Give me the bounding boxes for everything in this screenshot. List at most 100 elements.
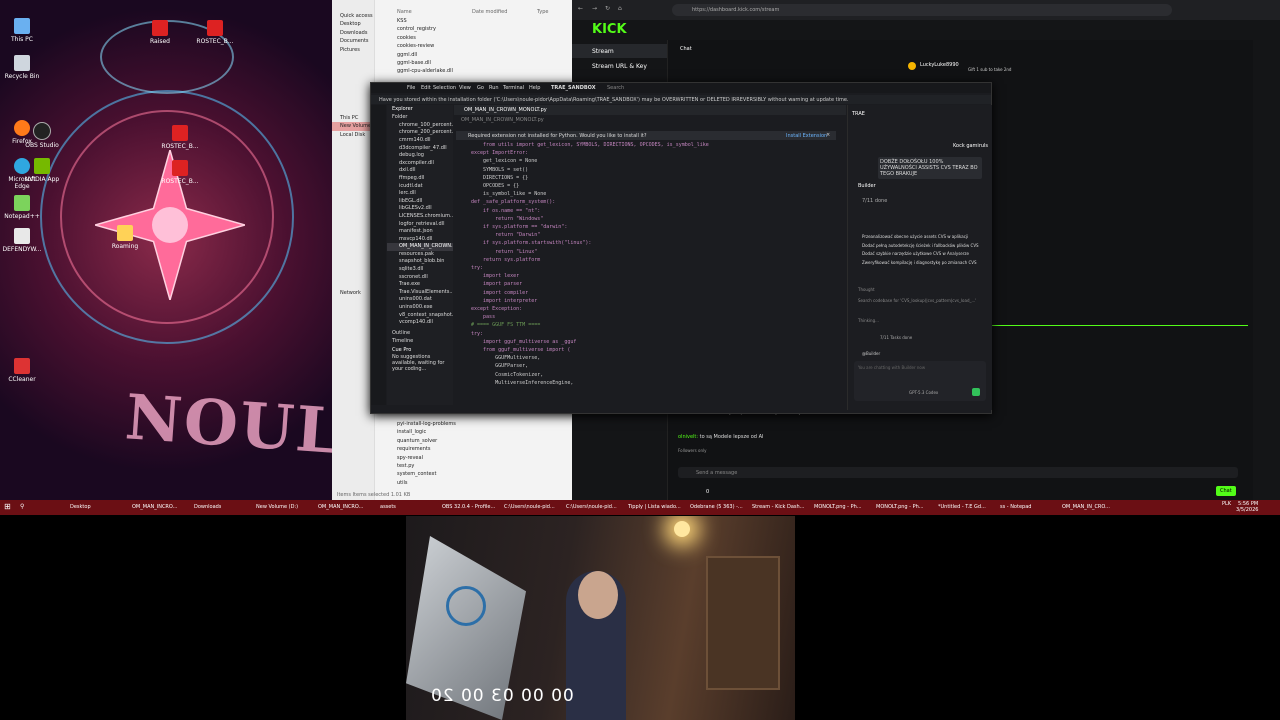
desktop-icon[interactable]: Recycle Bin (2, 55, 42, 80)
file-tree-item[interactable]: d3dcompiler_47.dll (387, 145, 453, 153)
desktop-icon[interactable]: NVIDIA App (22, 158, 62, 183)
nav-stream-url-key[interactable]: Stream URL & Key (592, 63, 647, 70)
url-text[interactable]: https://dashboard.kick.com/stream (692, 7, 779, 13)
file-tree-item[interactable]: icudtl.dat (387, 183, 453, 191)
address-bar[interactable]: https://dashboard.kick.com/stream (672, 4, 1172, 16)
send-icon[interactable] (972, 388, 980, 396)
file-row[interactable]: ggml.dll (397, 51, 567, 59)
desktop-icon[interactable]: Notepad++ (2, 195, 42, 220)
taskbar-app[interactable]: Desktop (70, 503, 91, 512)
file-tree-item[interactable]: v8_context_snapshot... (387, 312, 453, 320)
forward-icon[interactable]: → (592, 5, 597, 12)
file-row[interactable]: quantum_solver (397, 437, 567, 445)
file-row[interactable]: cookies-review (397, 42, 567, 50)
menu-run[interactable]: Run (489, 85, 499, 91)
reload-icon[interactable]: ↻ (605, 5, 610, 12)
file-tree-item[interactable]: libGLESv2.dll (387, 205, 453, 213)
file-tree-item[interactable]: ffmpeg.dll (387, 175, 453, 183)
nav-item[interactable]: Desktop (332, 20, 374, 28)
taskbar-app[interactable]: Odebrane (5 363) -... (690, 503, 743, 512)
file-tree-item[interactable]: msvcp140.dll (387, 236, 453, 244)
desktop-icon[interactable]: Raised (140, 20, 180, 45)
start-icon[interactable]: ⊞ (4, 502, 11, 511)
nav-item[interactable]: Network (332, 289, 374, 297)
taskbar-app[interactable]: OBS 32.0.4 - Profile... (442, 503, 495, 512)
close-icon[interactable]: × (826, 132, 830, 138)
back-icon[interactable]: ← (578, 5, 583, 12)
menu-selection[interactable]: Selection (433, 85, 456, 91)
desktop-icon[interactable]: ROSTEC_B... (160, 160, 200, 185)
desktop-icon[interactable]: ROSTEC_B... (195, 20, 235, 45)
taskbar-app[interactable]: C:\Users\noule-pid... (504, 503, 555, 512)
file-tree-item[interactable]: Trae.exe (387, 281, 453, 289)
file-tree-item[interactable]: libEGL.dll (387, 198, 453, 206)
desktop-icon[interactable]: CCleaner (2, 358, 42, 383)
nav-item[interactable]: This PC (332, 114, 374, 122)
ide-search[interactable]: Search (607, 85, 624, 91)
file-tree-item[interactable]: LICENSES.chromium... (387, 213, 453, 221)
file-row[interactable]: install_logic (397, 428, 567, 436)
file-row[interactable]: utils (397, 479, 567, 487)
taskbar-app[interactable]: MONOLT.png - Ph... (876, 503, 924, 512)
file-row[interactable]: control_registry (397, 25, 567, 33)
file-tree-item[interactable]: snapshot_blob.bin (387, 258, 453, 266)
taskbar-app[interactable]: MONOLT.png - Ph... (814, 503, 862, 512)
code-editor[interactable]: from utils import get_lexicon, SYMBOLS, … (471, 141, 841, 406)
file-row[interactable]: pyi-install-log-problems (397, 420, 567, 428)
file-tree-item[interactable]: chrome_200_percent... (387, 129, 453, 137)
nav-stream[interactable]: Stream (572, 44, 667, 58)
file-tree-item[interactable]: OM_MAN_IN_CROWN... (387, 243, 453, 251)
taskbar-app[interactable]: OM_MAN_INCRO... (132, 503, 177, 512)
thought-label[interactable]: Thought (858, 287, 875, 292)
search-icon[interactable]: ⚲ (20, 503, 24, 510)
message-user[interactable]: olnivelt: (678, 434, 698, 440)
nav-item[interactable]: Pictures (332, 46, 374, 54)
file-row[interactable]: cookies (397, 34, 567, 42)
taskbar-app[interactable]: *Untitled - T.E Gd... (938, 503, 986, 512)
desktop-icon[interactable]: This PC (2, 18, 42, 43)
cue-pro-section[interactable]: Cue Pro (387, 346, 453, 354)
file-tree-item[interactable]: unins000.exe (387, 304, 453, 312)
home-icon[interactable]: ⌂ (618, 5, 622, 12)
menu-edit[interactable]: Edit (421, 85, 431, 91)
file-tree-item[interactable]: resources.pak (387, 251, 453, 259)
file-tree-item[interactable]: Trae.VisualElements... (387, 289, 453, 297)
nav-item[interactable]: Downloads (332, 29, 374, 37)
menu-file[interactable]: File (407, 85, 415, 91)
taskbar-app[interactable]: Stream - Kick Dash... (752, 503, 804, 512)
taskbar-app[interactable]: Downloads (194, 503, 221, 512)
send-message-input[interactable]: Send a message (678, 467, 1238, 478)
desktop-icon[interactable]: Roaming (105, 225, 145, 250)
file-tree-item[interactable]: sqlite3.dll (387, 266, 453, 274)
editor-tab[interactable]: OM_MAN_IN_CROWN_MONOLT.py (464, 107, 547, 113)
taskbar-app[interactable]: New Volume (D:) (256, 503, 298, 512)
file-row[interactable]: ggml-cpu-alderlake.dll (397, 67, 567, 75)
column-type[interactable]: Type (537, 9, 548, 15)
file-tree-item[interactable]: dxil.dll (387, 167, 453, 175)
file-row[interactable]: ggml-base.dll (397, 59, 567, 67)
file-row[interactable]: system_context (397, 470, 567, 478)
model-selector[interactable]: GPT-5.3 Codex (909, 390, 938, 395)
desktop-icon[interactable]: ROSTEC_B... (160, 125, 200, 150)
language-indicator[interactable]: PLK (1222, 501, 1231, 507)
column-date[interactable]: Date modified (472, 9, 507, 15)
file-tree-item[interactable]: debug.log (387, 152, 453, 160)
file-tree-item[interactable]: chrome_100_percent... (387, 122, 453, 130)
menu-go[interactable]: Go (477, 85, 484, 91)
file-row[interactable]: test.py (397, 462, 567, 470)
nav-item[interactable]: Quick access (332, 12, 374, 20)
taskbar-app[interactable]: C:\Users\noule-pid... (566, 503, 617, 512)
chat-input[interactable]: You are chatting with Builder now GPT-5.… (854, 361, 986, 401)
nav-item[interactable]: Documents (332, 37, 374, 45)
outline-section[interactable]: Outline (387, 329, 453, 337)
file-tree-item[interactable]: sscronet.dll (387, 274, 453, 282)
menu-view[interactable]: View (459, 85, 471, 91)
timeline-section[interactable]: Timeline (387, 337, 453, 345)
menu-terminal[interactable]: Terminal (503, 85, 524, 91)
folder-label[interactable]: Folder (387, 113, 453, 121)
desktop-icon[interactable]: DEFENDYW... (2, 228, 42, 253)
tasks-done[interactable]: 7/11 Tasks done (880, 335, 912, 340)
file-tree-item[interactable]: vcomp140.dll (387, 319, 453, 327)
file-tree-item[interactable]: unins000.dat (387, 296, 453, 304)
taskbar-app[interactable]: OM_MAN_INCRO... (318, 503, 363, 512)
